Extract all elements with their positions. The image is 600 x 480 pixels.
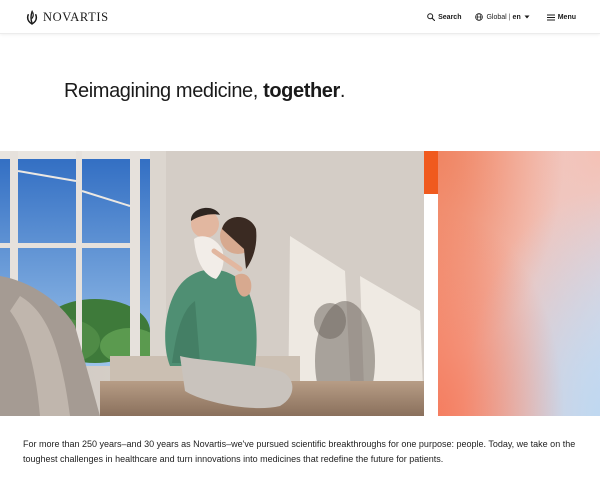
headline-period: . [339,80,346,102]
search-label: Search [438,13,462,21]
headline-regular: Reimagining medicine, [64,80,264,102]
header-nav: Search Global | en Menu [427,0,576,34]
novartis-logo[interactable]: NOVARTIS [26,9,109,25]
language-separator: | [508,13,511,21]
hero-photo [0,151,424,416]
site-header: NOVARTIS Search Global | en Menu [0,0,600,34]
hamburger-icon [546,14,555,20]
language-selector[interactable]: Global | en [475,13,530,21]
menu-button[interactable]: Menu [546,13,576,21]
chevron-down-icon [524,15,530,19]
decorative-gradient-panel [438,151,600,416]
accent-strip [424,151,438,194]
region-label: Global [486,13,507,21]
brand-name: NOVARTIS [43,10,109,24]
headline-bold: together [263,80,340,102]
menu-label: Menu [557,13,576,21]
search-button[interactable]: Search [427,13,461,21]
search-icon [427,13,436,21]
intro-paragraph: For more than 250 years–and 30 years as … [23,439,576,464]
mother-child-window-illustration [0,151,424,416]
novartis-flame-icon [26,10,38,25]
globe-icon [475,13,484,21]
language-label: en [512,13,521,21]
hero-headline: Reimagining medicine, together. [64,79,345,103]
